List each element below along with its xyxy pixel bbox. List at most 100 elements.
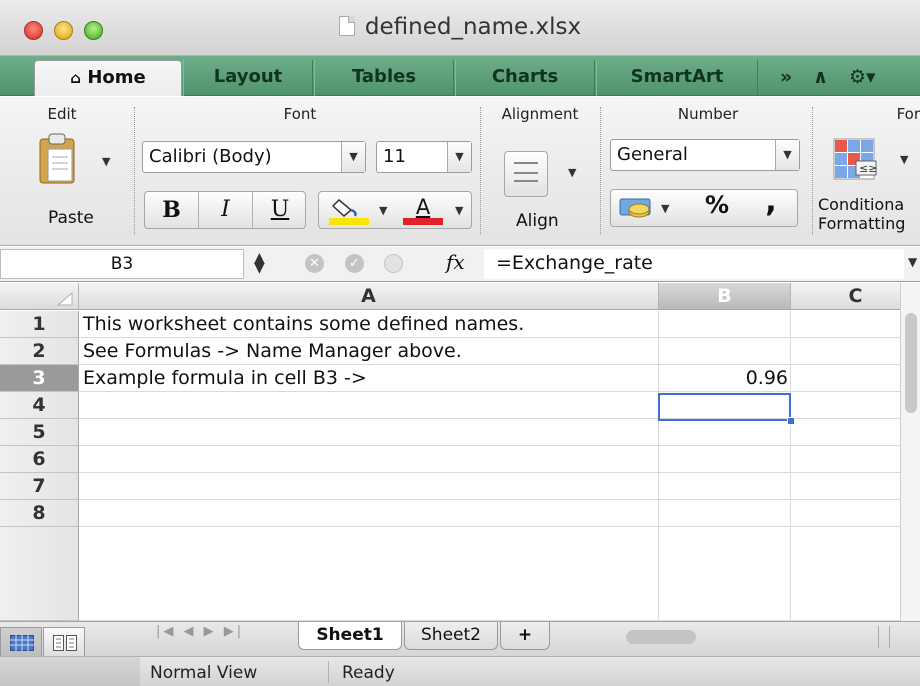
underline-button[interactable]: U — [253, 192, 307, 228]
horizontal-scrollbar[interactable] — [616, 622, 920, 656]
formula-expand-icon[interactable]: ▼ — [908, 255, 917, 269]
cell-c6[interactable] — [791, 446, 900, 473]
cell-a3[interactable]: Example formula in cell B3 -> — [79, 365, 659, 392]
group-label-edit: Edit — [47, 105, 77, 123]
font-name-select[interactable]: Calibri (Body) ▼ — [142, 141, 366, 173]
status-view-mode: Normal View — [150, 663, 258, 683]
row-header[interactable]: 5 — [0, 419, 79, 446]
tab-layout[interactable]: Layout — [183, 60, 313, 96]
clipboard-icon — [39, 133, 75, 184]
currency-format-button[interactable]: ▼ — [617, 194, 681, 224]
tab-charts[interactable]: Charts — [455, 60, 595, 96]
name-box[interactable]: B3 — [0, 249, 244, 279]
cell-c2[interactable] — [791, 338, 900, 365]
cell-a6[interactable] — [79, 446, 659, 473]
cell-empty[interactable] — [79, 527, 659, 621]
number-format-select[interactable]: General ▼ — [610, 139, 800, 171]
enter-icon[interactable]: ✓ — [345, 254, 364, 273]
cell-a7[interactable] — [79, 473, 659, 500]
tab-tables[interactable]: Tables — [314, 60, 454, 96]
sheet-tab-sheet2[interactable]: Sheet2 — [404, 622, 498, 650]
font-size-value: 11 — [383, 146, 406, 167]
add-sheet-button[interactable]: + — [500, 622, 550, 650]
chevron-down-icon[interactable]: ▼ — [455, 204, 463, 217]
row-header[interactable]: 6 — [0, 446, 79, 473]
horizontal-scroll-thumb[interactable] — [626, 630, 696, 644]
cell-a8[interactable] — [79, 500, 659, 527]
row-header[interactable]: 4 — [0, 392, 79, 419]
sheet-tab-sheet1[interactable]: Sheet1 — [298, 622, 402, 650]
row-header[interactable]: 2 — [0, 338, 79, 365]
cell-b2[interactable] — [659, 338, 791, 365]
cell-a5[interactable] — [79, 419, 659, 446]
paste-options-caret-icon[interactable]: ▼ — [102, 155, 110, 168]
cell-a4[interactable] — [79, 392, 659, 419]
cell-b6[interactable] — [659, 446, 791, 473]
fx-button[interactable]: fx — [446, 250, 465, 274]
chevron-down-icon: ▼ — [568, 166, 577, 179]
cell-b3[interactable]: 0.96 — [659, 365, 791, 392]
column-header-a[interactable]: A — [79, 283, 659, 310]
more-tabs-button[interactable]: » — [780, 66, 792, 88]
chevron-down-icon[interactable]: ▼ — [379, 204, 387, 217]
vertical-scrollbar[interactable] — [900, 283, 920, 621]
font-size-select[interactable]: 11 ▼ — [376, 141, 472, 173]
page-layout-view-button[interactable] — [43, 627, 85, 659]
cell-c7[interactable] — [791, 473, 900, 500]
split-handle[interactable] — [878, 626, 890, 648]
row-header[interactable]: 7 — [0, 473, 79, 500]
column-header-c[interactable]: C — [791, 283, 900, 310]
paste-button[interactable]: ▼ Paste — [36, 131, 126, 231]
italic-button[interactable]: I — [199, 192, 253, 228]
cell-a1[interactable]: This worksheet contains some defined nam… — [79, 311, 659, 338]
conditional-formatting-button[interactable]: ≤≥ ▼ Conditiona Formatting — [816, 131, 920, 241]
collapse-ribbon-icon[interactable]: ∧ — [813, 66, 828, 88]
cell-c1[interactable] — [791, 311, 900, 338]
conditional-formatting-label-1: Conditiona — [818, 195, 905, 214]
cancel-icon[interactable]: ✕ — [305, 254, 324, 273]
font-color-button[interactable]: A — [399, 196, 447, 226]
chevron-down-icon: ▼ — [661, 202, 670, 215]
cell-c5[interactable] — [791, 419, 900, 446]
tab-home[interactable]: ⌂ Home — [34, 60, 182, 96]
column-header-b[interactable]: B — [659, 283, 791, 310]
status-divider — [328, 661, 329, 683]
sheet-tab-bar: |◀ ◀ ▶ ▶| Sheet1 Sheet2 + — [0, 621, 920, 659]
window-title-bar: defined_name.xlsx — [0, 0, 920, 56]
cell-a2[interactable]: See Formulas -> Name Manager above. — [79, 338, 659, 365]
name-box-stepper-icon[interactable]: ▲ ▼ — [254, 251, 265, 275]
formula-input[interactable]: =Exchange_rate — [484, 249, 904, 279]
cell-b1[interactable] — [659, 311, 791, 338]
conditional-formatting-icon: ≤≥ — [833, 138, 877, 180]
conditional-formatting-label-2: Formatting — [818, 214, 906, 233]
cell-b5[interactable] — [659, 419, 791, 446]
fill-handle[interactable] — [787, 417, 795, 425]
cell-empty[interactable] — [659, 527, 791, 621]
vertical-scroll-thumb[interactable] — [905, 313, 917, 413]
cell-c4[interactable] — [791, 392, 900, 419]
group-separator — [812, 107, 813, 235]
normal-view-button[interactable] — [0, 627, 42, 659]
function-wizard-icon[interactable] — [384, 254, 403, 273]
tab-charts-label: Charts — [491, 66, 559, 87]
tab-smartart[interactable]: SmartArt — [596, 60, 758, 96]
row-header[interactable]: 8 — [0, 500, 79, 527]
row-header[interactable]: 1 — [0, 311, 79, 338]
cell-empty[interactable] — [791, 527, 900, 621]
comma-style-button[interactable]: , — [751, 184, 791, 219]
gear-icon[interactable]: ⚙▾ — [849, 66, 876, 88]
fill-color-button[interactable] — [325, 196, 373, 226]
percent-style-button[interactable]: % — [697, 191, 737, 219]
cell-b8[interactable] — [659, 500, 791, 527]
cell-c3[interactable] — [791, 365, 900, 392]
bold-button[interactable]: B — [145, 192, 199, 228]
row-header-selected[interactable]: 3 — [0, 365, 79, 392]
cell-b7[interactable] — [659, 473, 791, 500]
house-icon: ⌂ — [70, 69, 82, 87]
align-button[interactable]: ▼ Align — [500, 151, 590, 233]
chevron-down-icon: ▼ — [341, 142, 365, 172]
sheet-navigation[interactable]: |◀ ◀ ▶ ▶| — [156, 624, 266, 639]
group-separator — [134, 107, 135, 235]
select-all-corner[interactable] — [0, 283, 79, 310]
cell-c8[interactable] — [791, 500, 900, 527]
